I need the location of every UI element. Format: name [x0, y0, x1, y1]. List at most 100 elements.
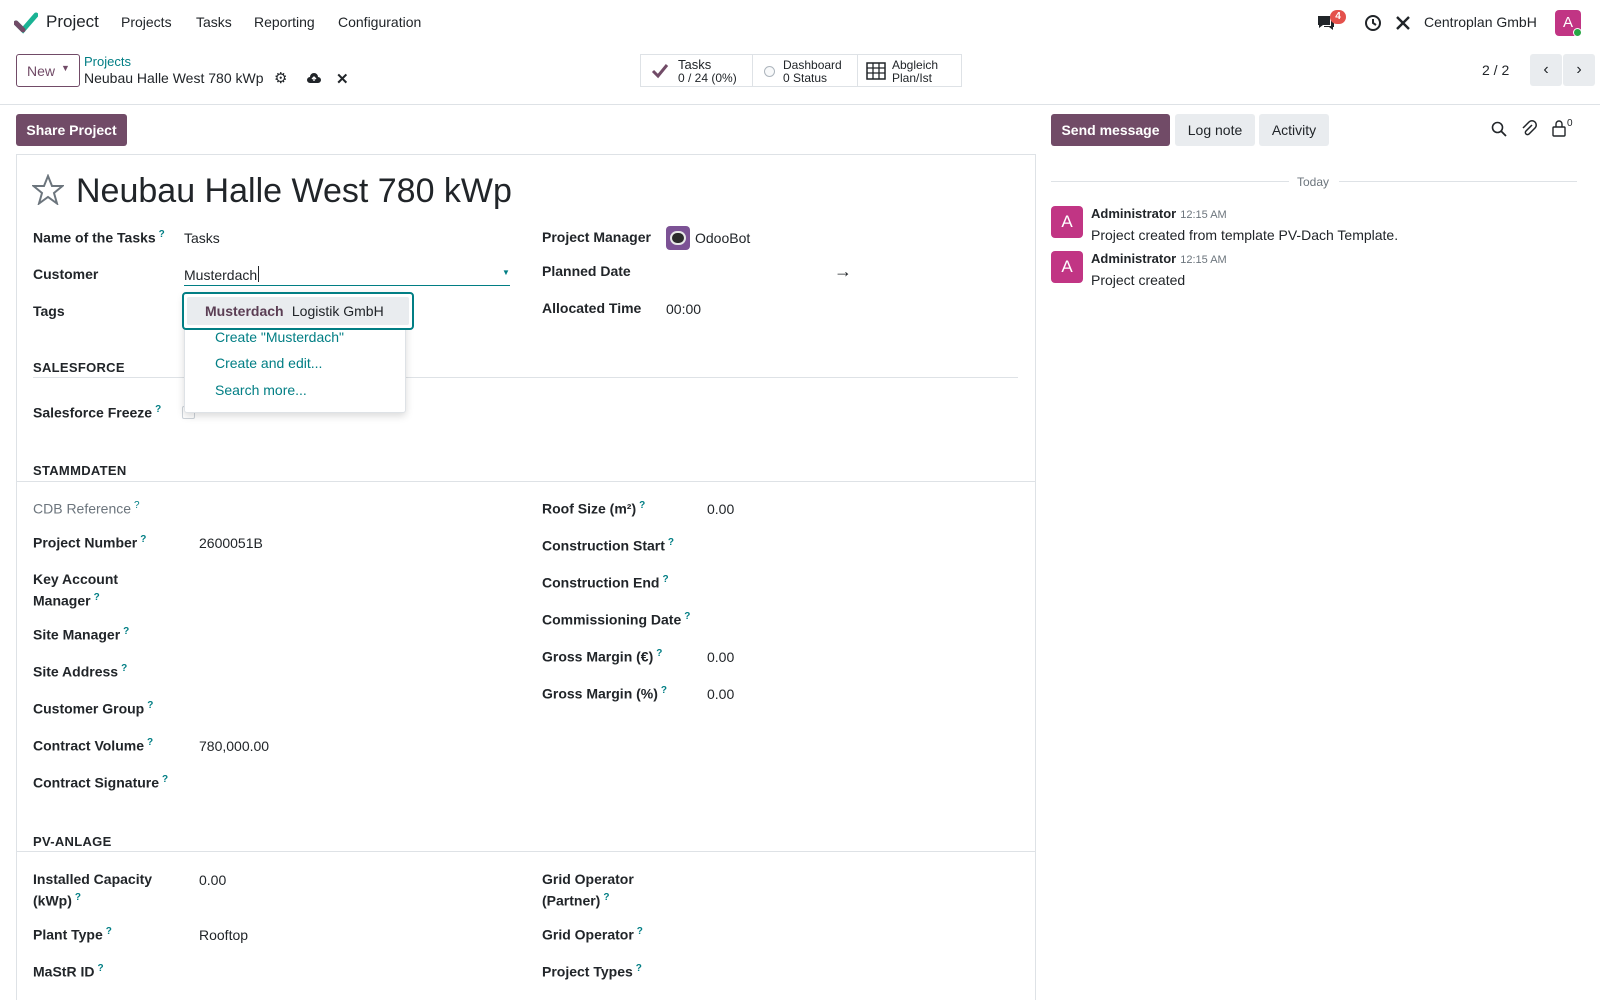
help-icon[interactable]: ? [159, 229, 165, 240]
project-types-label: Project Types? [542, 963, 642, 980]
contract-signature-label: Contract Signature? [33, 774, 168, 791]
help-icon[interactable]: ? [656, 648, 662, 659]
gross-margin-eur-label-text: Gross Margin (€) [542, 648, 654, 665]
allocated-time-value[interactable]: 00:00 [666, 301, 701, 317]
help-icon[interactable]: ? [684, 611, 690, 622]
gear-icon[interactable]: ⚙ [274, 69, 287, 87]
menu-configuration[interactable]: Configuration [338, 14, 421, 30]
help-icon[interactable]: ? [94, 592, 100, 603]
section-salesforce: SALESFORCE [33, 360, 125, 375]
help-icon[interactable]: ? [162, 774, 168, 785]
breadcrumb-projects[interactable]: Projects [84, 54, 131, 69]
contract-volume-label-text: Contract Volume [33, 737, 144, 754]
construction-end-label-text: Construction End [542, 574, 660, 591]
star-favorite-icon[interactable] [32, 174, 64, 205]
help-icon[interactable]: ? [147, 737, 153, 748]
control-panel: New ▼ Projects Neubau Halle West 780 kWp… [0, 46, 1600, 105]
smart-tasks-label: Tasks [678, 57, 712, 72]
message-author-avatar[interactable]: A [1051, 206, 1083, 238]
installed-capacity-value[interactable]: 0.00 [199, 872, 226, 888]
gross-margin-eur-value[interactable]: 0.00 [707, 649, 734, 665]
log-note-button[interactable]: Log note [1175, 114, 1255, 146]
send-message-button[interactable]: Send message [1051, 114, 1170, 146]
help-icon[interactable]: ? [662, 574, 668, 585]
message-author-name: Administrator [1091, 206, 1177, 221]
paperclip-icon[interactable] [1521, 120, 1537, 138]
roof-size-value[interactable]: 0.00 [707, 501, 734, 517]
cdb-reference-label-text: CDB Reference [33, 500, 132, 517]
project-manager-value[interactable]: OdooBot [695, 230, 750, 246]
pager-previous-icon[interactable]: ‹ [1530, 54, 1562, 86]
smart-abgleich-label: Abgleich [892, 58, 939, 72]
mastr-id-label: MaStR ID? [33, 963, 104, 980]
help-icon[interactable]: ? [603, 892, 609, 903]
customer-label: Customer [33, 266, 99, 282]
customer-input[interactable]: Musterdach ▼ [184, 264, 510, 286]
discard-icon[interactable]: ✕ [336, 70, 349, 88]
smart-button-dashboard[interactable]: Dashboard 0 Status [752, 54, 858, 87]
search-icon[interactable] [1491, 121, 1507, 137]
project-number-value[interactable]: 2600051B [199, 535, 263, 551]
help-icon[interactable]: ? [637, 926, 643, 937]
help-icon[interactable]: ? [121, 663, 127, 674]
plant-type-label: Plant Type? [33, 926, 112, 943]
help-icon[interactable]: ? [155, 404, 161, 415]
project-app-icon[interactable] [14, 12, 38, 34]
clock-icon[interactable] [1364, 14, 1382, 32]
dropdown-option-musterdach-logistik[interactable]: Musterdach Logistik GmbH [182, 292, 414, 330]
contract-volume-value[interactable]: 780,000.00 [199, 738, 269, 754]
grid-operator-label: Grid Operator? [542, 926, 643, 943]
help-icon[interactable]: ? [123, 626, 129, 637]
help-icon[interactable]: ? [661, 685, 667, 696]
arrow-right-icon: → [834, 261, 852, 281]
menu-projects[interactable]: Projects [121, 14, 172, 30]
smart-tasks-sub: 0 / 24 (0%) [678, 71, 737, 85]
help-icon[interactable]: ? [75, 892, 81, 903]
installed-capacity-label-text: (kWp) [33, 892, 72, 909]
smart-button-tasks[interactable]: Tasks 0 / 24 (0%) [640, 54, 753, 87]
caret-down-icon[interactable]: ▼ [502, 268, 510, 277]
odoobot-avatar [666, 226, 690, 250]
help-icon[interactable]: ? [668, 537, 674, 548]
menu-tasks[interactable]: Tasks [196, 14, 232, 30]
construction-start-label-text: Construction Start [542, 537, 665, 554]
name-of-tasks-value[interactable]: Tasks [184, 230, 220, 246]
app-name[interactable]: Project [46, 12, 99, 32]
pager-value[interactable]: 2 / 2 [1482, 62, 1509, 78]
help-icon[interactable]: ? [140, 534, 146, 545]
dropdown-create-edit-item[interactable]: Create and edit... [215, 355, 322, 371]
help-icon[interactable]: ? [639, 500, 645, 511]
menu-reporting[interactable]: Reporting [254, 14, 315, 30]
message-author-avatar[interactable]: A [1051, 251, 1083, 283]
message-author[interactable]: Administrator 12:15 AM [1091, 251, 1227, 266]
message-author[interactable]: Administrator 12:15 AM [1091, 206, 1227, 221]
help-icon[interactable]: ? [97, 963, 103, 974]
lock-followers-icon[interactable] [1552, 120, 1566, 137]
table-icon [866, 62, 886, 80]
cloud-save-icon[interactable] [306, 72, 322, 84]
smart-abgleich-sub: Plan/Ist [892, 71, 933, 85]
dropdown-search-more-item[interactable]: Search more... [215, 382, 307, 398]
name-of-tasks-label-text: Name of the Tasks [33, 229, 156, 246]
help-icon[interactable]: ? [106, 926, 112, 937]
help-icon[interactable]: ? [147, 700, 153, 711]
project-title[interactable]: Neubau Halle West 780 kWp [76, 172, 512, 211]
help-icon[interactable]: ? [134, 500, 140, 511]
company-switcher[interactable]: Centroplan GmbH [1424, 14, 1537, 30]
contract-volume-label: Contract Volume? [33, 737, 153, 754]
activity-button[interactable]: Activity [1259, 114, 1329, 146]
tools-icon[interactable] [1394, 14, 1412, 32]
plant-type-value[interactable]: Rooftop [199, 927, 248, 943]
new-button[interactable]: New ▼ [16, 54, 80, 87]
check-icon [651, 64, 669, 79]
smart-dashboard-sub: 0 Status [783, 71, 828, 85]
planned-date-label: Planned Date [542, 263, 631, 279]
smart-button-abgleich[interactable]: Abgleich Plan/Ist [857, 54, 962, 87]
help-icon[interactable]: ? [636, 963, 642, 974]
cdb-reference-label: CDB Reference? [33, 500, 140, 517]
pager-next-icon[interactable]: › [1563, 54, 1595, 86]
gross-margin-pct-value[interactable]: 0.00 [707, 686, 734, 702]
site-address-label: Site Address? [33, 663, 127, 680]
dropdown-create-item[interactable]: Create "Musterdach" [215, 329, 344, 345]
share-project-button[interactable]: Share Project [16, 114, 127, 146]
